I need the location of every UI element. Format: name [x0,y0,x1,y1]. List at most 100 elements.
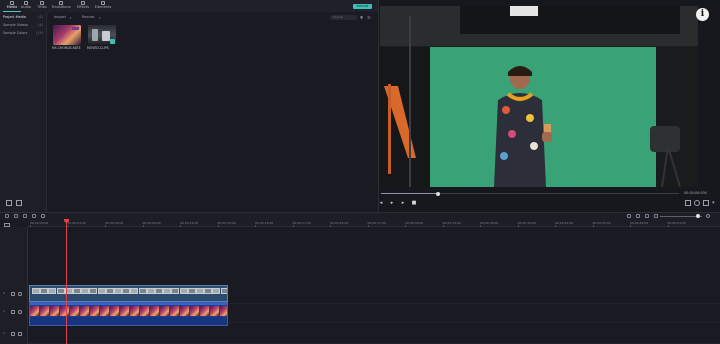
checkmark-icon [110,39,115,44]
add-track-icon[interactable] [4,223,10,227]
lock-icon[interactable] [11,310,15,314]
crop-icon[interactable] [41,214,45,218]
lock-icon[interactable] [11,292,15,296]
speaker-icon[interactable] [18,332,22,336]
ruler-tick-label: 00:00:24:00 [330,220,349,225]
audio-track-1[interactable] [28,326,720,344]
media-thumbnail[interactable] [88,25,116,45]
layout-icon[interactable] [6,200,12,206]
filmstrip-frame [50,306,59,316]
video-clip[interactable] [29,285,228,302]
video-preview[interactable] [380,6,698,187]
render-icon[interactable] [627,214,631,218]
zoom-out-icon[interactable] [654,214,658,218]
zoom-slider-handle[interactable] [695,213,700,218]
clip-frame [155,288,163,294]
delete-icon[interactable] [23,214,27,218]
clip-frame [179,288,188,294]
ruler-tick-label: 00:00:42:00 [555,220,574,225]
chevron-down-icon[interactable]: ▾ [70,16,72,20]
tree-item-count: (2) [38,15,43,19]
volume-icon[interactable] [694,200,700,206]
tree-item-project-media[interactable]: Project Media (2) [3,14,43,21]
snapshot-icon[interactable] [685,200,691,206]
filmstrip-frame [130,306,139,316]
export-button[interactable]: EXPORT [353,4,372,9]
filmstrip-frame [90,306,99,316]
preview-progress-bar[interactable] [381,191,679,196]
aspect-icon[interactable] [16,200,22,206]
grid-view-icon[interactable]: ☰ [367,15,371,20]
filmstrip-frame [110,306,119,316]
redo-icon[interactable] [14,214,18,218]
track-number: 2 [3,291,5,295]
fullscreen-icon[interactable] [703,200,709,206]
chevron-down-icon[interactable]: ▾ [712,200,715,206]
ruler-tick-label: 00:00:27:00 [367,220,386,225]
chevron-down-icon[interactable]: ▾ [99,16,101,20]
video-frame [380,6,698,187]
clip-frame [89,288,98,294]
clip-frame [73,288,81,294]
tree-item-label: Sample Colors [3,31,28,35]
marker-icon[interactable] [636,214,640,218]
track-header-audio-1: 1 [2,331,26,339]
filmstrip-frame [100,306,109,316]
import-button[interactable]: Import [54,15,66,19]
playhead[interactable] [66,220,67,344]
filter-icon[interactable]: ▼ [360,15,363,20]
media-item-label: MOVED.CLIPS [87,46,109,50]
tree-item-count: (15) [36,31,43,35]
media-item-label: MS CHORDS.RATE [52,46,81,50]
search-input[interactable]: Search [330,15,357,20]
filmstrip-frame [160,306,169,316]
undo-icon[interactable] [5,214,9,218]
zoom-in-icon[interactable] [706,214,710,218]
tab-elements-label: Elements [94,5,112,9]
filmstrip-frame [210,306,219,316]
tab-elements[interactable]: Elements [92,1,114,11]
tab-effects-label: Effects [76,5,90,9]
prev-frame-icon[interactable]: ◂ [378,200,384,206]
next-frame-icon[interactable]: ▸ [400,200,406,206]
voiceover-icon[interactable] [645,214,649,218]
filmstrip-frame [60,306,69,316]
cut-icon[interactable] [32,214,36,218]
clip-frame [40,288,49,294]
media-thumbnail[interactable] [53,25,81,45]
tab-transitions[interactable]: Transitions [50,1,72,11]
track-number: 1 [3,309,5,313]
eye-icon[interactable] [18,292,22,296]
clip-frame [48,288,57,294]
clip-frame [220,288,227,294]
tree-item-sample-videos[interactable]: Sample Videos (4) [3,22,43,29]
stop-icon[interactable]: ■ [411,200,417,206]
clip-frame [212,288,221,294]
eye-icon[interactable] [18,310,22,314]
tab-effects[interactable]: Effects [72,1,94,11]
record-button[interactable]: Record [82,15,94,19]
top-toolbar: Media Audio Titles Transitions Effects E… [0,0,378,12]
filmstrip-frame [40,306,49,316]
tree-item-sample-colors[interactable]: Sample Colors (15) [3,30,43,37]
play-icon[interactable]: ▸ [389,200,395,206]
video-clip-filmstrip[interactable] [29,302,228,326]
clip-frame [171,288,180,294]
filmstrip-frame [140,306,149,316]
clip-frame [114,288,122,294]
info-icon[interactable]: i [696,8,709,21]
track-number: 1 [3,331,5,335]
ruler-tick-label: 00:00:18:00 [255,220,274,225]
preview-timecode: 00:00:00:000 [684,191,707,195]
ruler-tick-label: 00:00:21:00 [292,220,311,225]
lock-icon[interactable] [11,332,15,336]
filmstrip-frame [220,306,227,316]
tab-transitions-label: Transitions [51,5,71,9]
filmstrip-frame [30,306,39,316]
thumb-figure [102,31,110,41]
ruler-tick-label: 00:00:15:00 [217,220,236,225]
ruler-tick-label: 00:00:51:00 [667,220,686,225]
progress-handle[interactable] [435,191,440,196]
clip-frame [204,288,213,294]
filmstrip-frame [170,306,179,316]
